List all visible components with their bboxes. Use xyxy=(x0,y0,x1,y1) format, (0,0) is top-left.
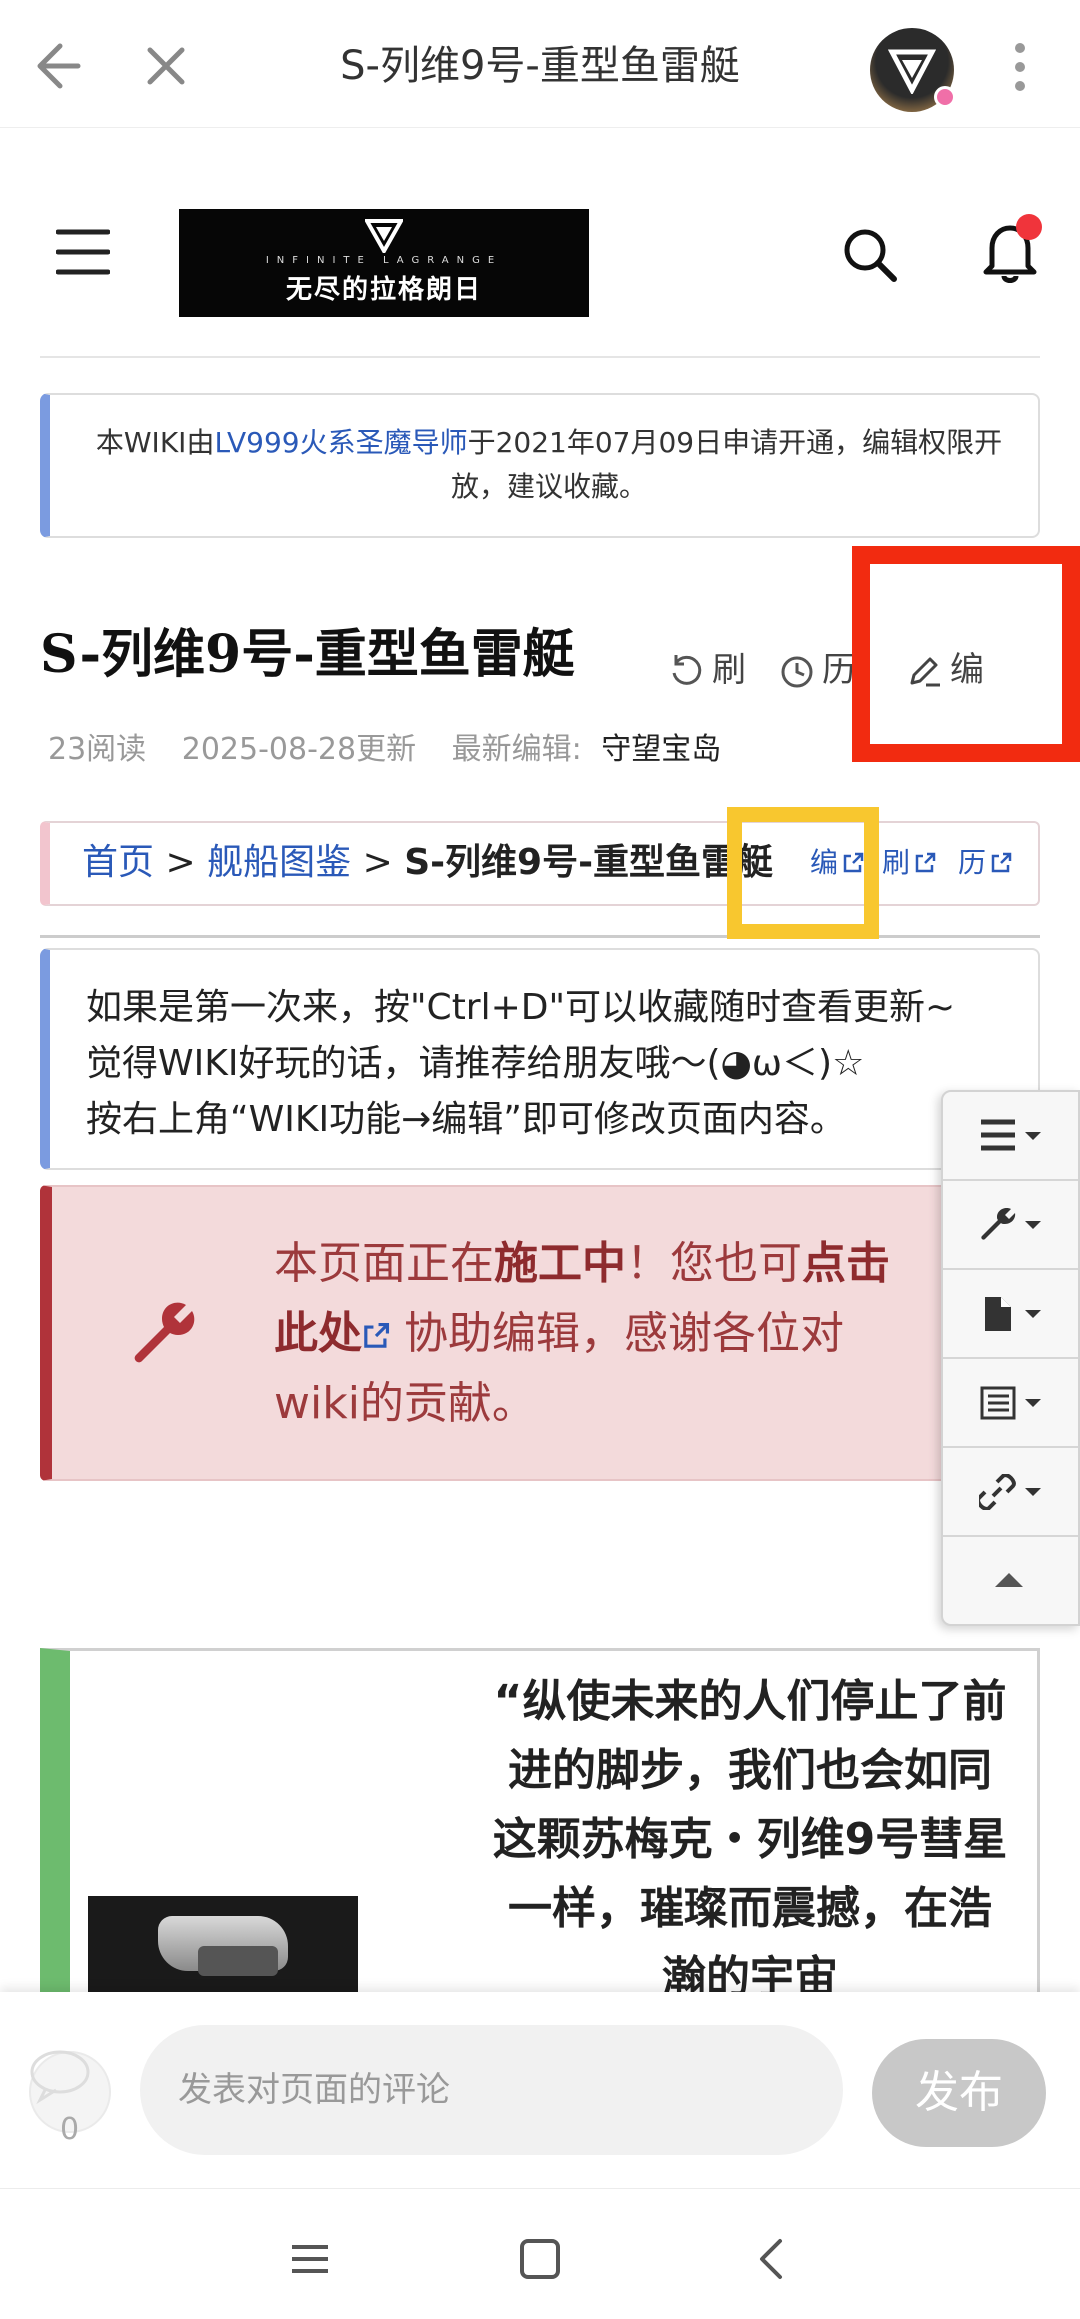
notice-prefix: 本WIKI由 xyxy=(95,426,215,459)
tip-line: 如果是第一次来，按"Ctrl+D"可以收藏随时查看更新~ xyxy=(86,987,956,1028)
file-icon xyxy=(985,1297,1041,1331)
page-menu-button[interactable] xyxy=(943,1270,1078,1359)
construction-notice: 本页面正在施工中！您也可点击此处 协助编辑，感谢各位对wiki的贡献。 xyxy=(40,1185,1040,1481)
history-label: 历 xyxy=(822,650,856,690)
list-icon xyxy=(981,1119,1041,1151)
updated-date: 2025-08-28更新 xyxy=(181,732,417,767)
highlight-box-red xyxy=(852,546,1080,762)
comment-count: 0 xyxy=(60,2112,80,2147)
scroll-top-button[interactable] xyxy=(943,1537,1078,1626)
quote-section: “纵使未来的人们停止了前进的脚步，我们也会如同这颗苏梅克・列维9号彗星一样，璀璨… xyxy=(40,1648,1040,2008)
link-menu-button[interactable] xyxy=(943,1448,1078,1537)
table-icon xyxy=(980,1386,1041,1420)
chevron-up-icon xyxy=(995,1573,1023,1587)
nav-home-icon[interactable] xyxy=(510,2229,570,2289)
back-arrow-icon[interactable] xyxy=(26,38,82,94)
content-divider xyxy=(40,935,1040,938)
tips-box: 如果是第一次来，按"Ctrl+D"可以收藏随时查看更新~ 觉得WIKI好玩的话，… xyxy=(40,948,1040,1170)
breadcrumb-refresh-link[interactable]: 刷 xyxy=(882,823,936,903)
wrench-icon xyxy=(134,1302,195,1363)
history-icon xyxy=(781,656,813,688)
nav-menu-icon[interactable] xyxy=(280,2229,340,2289)
wiki-notice: 本WIKI由LV999火系圣魔导师于2021年07月09日申请开通，编辑权限开放… xyxy=(40,393,1040,538)
menu-icon[interactable] xyxy=(56,228,110,276)
logo-name: 无尽的拉格朗日 xyxy=(285,275,482,305)
breadcrumb-history-link[interactable]: 历 xyxy=(958,823,1012,903)
user-avatar[interactable] xyxy=(870,28,956,112)
browser-top-bar: S-列维9号-重型鱼雷艇 xyxy=(0,0,1080,128)
read-count: 23阅读 xyxy=(48,732,147,767)
site-header: INFINITE LAGRANGE 无尽的拉格朗日 xyxy=(0,128,1080,358)
breadcrumb-home[interactable]: 首页 xyxy=(82,842,154,883)
avatar-icon xyxy=(888,49,936,94)
breadcrumb-current: S-列维9号-重型鱼雷艇 xyxy=(404,842,774,883)
notice-user-link[interactable]: LV999火系圣魔导师 xyxy=(214,426,467,459)
page-title: S-列维9号-重型鱼雷艇 xyxy=(40,624,575,685)
notification-button[interactable] xyxy=(982,214,1042,284)
floating-tool-panel xyxy=(941,1090,1080,1626)
site-logo[interactable]: INFINITE LAGRANGE 无尽的拉格朗日 xyxy=(179,209,589,317)
editor-name[interactable]: 守望宝岛 xyxy=(601,732,721,767)
notice-suffix: 于2021年07月09日申请开通，编辑权限开放，建议收藏。 xyxy=(450,426,1003,503)
quote-text: “纵使未来的人们停止了前进的脚步，我们也会如同这颗苏梅克・列维9号彗星一样，璀璨… xyxy=(492,1676,1008,2003)
highlight-box-yellow xyxy=(727,807,879,939)
external-link-icon xyxy=(991,852,1012,873)
breadcrumb-category[interactable]: 舰船图鉴 xyxy=(207,842,351,883)
system-nav-bar xyxy=(0,2188,1080,2319)
page-meta: 23阅读 2025-08-28更新 最新编辑: 守望宝岛 xyxy=(48,728,747,772)
refresh-action[interactable]: 刷 xyxy=(668,640,746,700)
logo-emblem-icon xyxy=(365,219,403,253)
refresh-icon xyxy=(672,655,702,685)
comment-bar: 0 发表对页面的评论 发布 xyxy=(0,1992,1080,2188)
tip-line: 按右上角“WIKI功能→编辑”即可修改页面内容。 xyxy=(86,1099,846,1140)
toc-menu-button[interactable] xyxy=(943,1092,1078,1181)
tip-line: 觉得WIKI好玩的话，请推荐给朋友哦～(◕ω＜)☆ xyxy=(86,1043,865,1084)
refresh-label: 刷 xyxy=(712,650,746,690)
external-link-icon xyxy=(364,1322,390,1348)
tools-menu-button[interactable] xyxy=(943,1181,1078,1270)
construction-text: 本页面正在施工中！您也可点击此处 协助编辑，感谢各位对wiki的贡献。 xyxy=(274,1238,890,1429)
breadcrumb-sep: > xyxy=(165,842,196,883)
breadcrumb-sep: > xyxy=(362,842,393,883)
nav-back-icon[interactable] xyxy=(742,2229,802,2289)
more-vert-icon[interactable] xyxy=(1005,42,1035,92)
link-icon xyxy=(979,1474,1041,1510)
header-divider xyxy=(40,356,1040,358)
avatar-badge xyxy=(934,86,956,108)
comment-input[interactable]: 发表对页面的评论 xyxy=(140,2025,843,2155)
editor-label: 最新编辑: xyxy=(451,732,582,767)
logo-subtitle: INFINITE LAGRANGE xyxy=(265,255,503,266)
external-link-icon xyxy=(915,852,936,873)
breadcrumb: 首页 > 舰船图鉴 > S-列维9号-重型鱼雷艇 编 刷 历 xyxy=(40,821,1040,906)
history-action[interactable]: 历 xyxy=(778,640,860,700)
publish-button[interactable]: 发布 xyxy=(872,2039,1046,2147)
table-menu-button[interactable] xyxy=(943,1359,1078,1448)
notification-dot xyxy=(1016,214,1042,240)
wrench-icon xyxy=(981,1207,1041,1240)
browser-page-title: S-列维9号-重型鱼雷艇 xyxy=(340,43,740,89)
close-icon[interactable] xyxy=(140,40,192,92)
search-icon[interactable] xyxy=(842,227,898,283)
construction-status: 施工中 xyxy=(494,1238,626,1289)
